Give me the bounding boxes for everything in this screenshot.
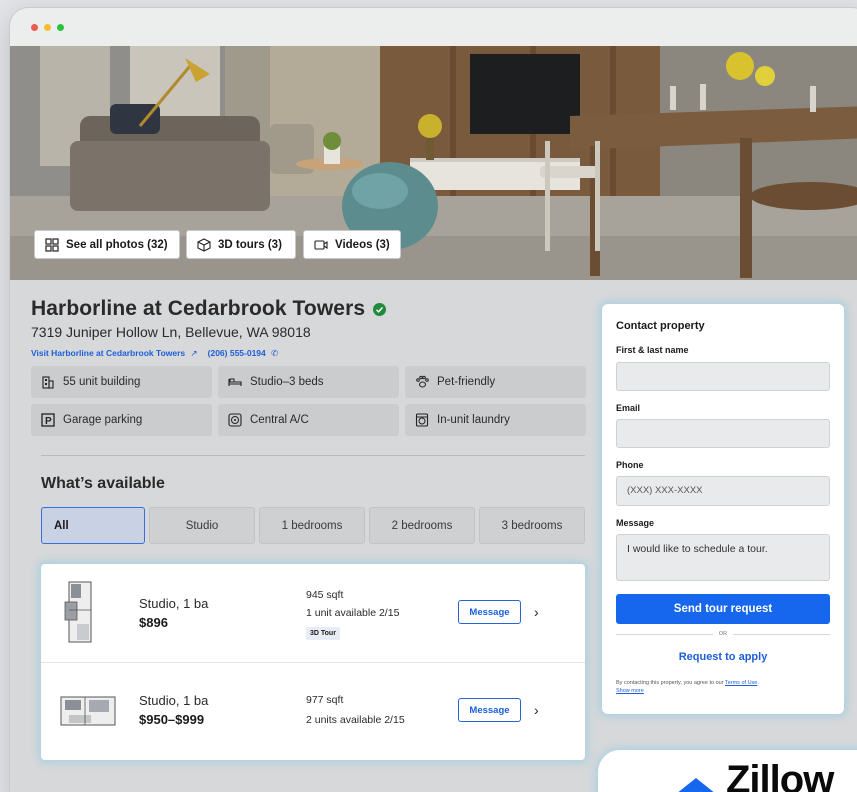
website-link[interactable]: Visit Harborline at Cedarbrook Towers ↗: [31, 348, 198, 359]
phone-placeholder: (XXX) XXX-XXXX: [627, 485, 703, 496]
amenity-pets: Pet-friendly: [405, 366, 586, 398]
amenity-label: Studio–3 beds: [250, 376, 324, 388]
phone-label: Phone: [616, 460, 644, 470]
title-row: Harborline at Cedarbrook Towers: [31, 297, 387, 321]
unit-sqft: 945 sqft: [306, 589, 344, 601]
amenity-label: In-unit laundry: [437, 414, 510, 426]
floorplan-image[interactable]: [55, 691, 121, 731]
message-field[interactable]: I would like to schedule a tour.: [616, 534, 830, 581]
hero-photo[interactable]: See all photos (32) 3D tours (3) Videos …: [10, 46, 857, 280]
contact-property-form: Contact property First & last name Email…: [602, 304, 844, 714]
videos-label: Videos (3): [335, 238, 390, 251]
close-window-button[interactable]: [31, 24, 38, 31]
unit-filter-tabs: All Studio 1 bedrooms 2 bedrooms 3 bedro…: [41, 507, 585, 544]
phone-link[interactable]: (206) 555-0194 ✆: [208, 348, 279, 359]
message-button[interactable]: Message: [458, 698, 521, 722]
see-all-photos-button[interactable]: See all photos (32): [34, 230, 180, 259]
unit-list: Studio, 1 ba $896 945 sqft 1 unit availa…: [41, 564, 585, 760]
maximize-window-button[interactable]: [57, 24, 64, 31]
amenity-parking: P Garage parking: [31, 404, 212, 436]
amenity-label: Central A/C: [250, 414, 309, 426]
floorplan-image[interactable]: [55, 580, 105, 644]
3d-tours-label: 3D tours (3): [218, 238, 282, 251]
amenity-ac: Central A/C: [218, 404, 399, 436]
message-button[interactable]: Message: [458, 600, 521, 624]
terms-of-use-link[interactable]: Terms of Use: [725, 680, 757, 686]
zillow-house-icon: [678, 778, 714, 792]
title-bar: [10, 8, 857, 46]
washer-icon: [415, 413, 429, 427]
browser-window: See all photos (32) 3D tours (3) Videos …: [10, 8, 857, 792]
unit-sqft: 977 sqft: [306, 694, 344, 706]
unit-price: $950–$999: [139, 712, 205, 727]
3d-tours-button[interactable]: 3D tours (3): [186, 230, 296, 259]
video-icon: [314, 239, 328, 250]
filter-studio[interactable]: Studio: [149, 507, 255, 544]
chevron-right-icon[interactable]: ›: [534, 702, 539, 718]
property-title: Harborline at Cedarbrook Towers: [31, 297, 366, 320]
name-label: First & last name: [616, 345, 689, 355]
external-link-icon: ↗: [188, 348, 198, 358]
unit-type: Studio, 1 ba: [139, 596, 209, 611]
videos-button[interactable]: Videos (3): [303, 230, 401, 259]
3d-tour-badge: 3D Tour: [306, 627, 340, 640]
property-address: 7319 Juniper Hollow Ln, Bellevue, WA 980…: [31, 324, 311, 340]
unit-availability: 2 units available 2/15: [306, 714, 405, 726]
brand-logo-card: Zillow: [598, 750, 857, 792]
name-field[interactable]: [616, 362, 830, 391]
filter-all[interactable]: All: [41, 507, 145, 544]
availability-title: What’s available: [41, 475, 165, 492]
unit-row[interactable]: Studio, 1 ba $896 945 sqft 1 unit availa…: [41, 564, 585, 662]
email-label: Email: [616, 403, 641, 413]
paw-icon: [415, 375, 429, 389]
building-icon: [41, 375, 55, 389]
filter-2-bedrooms[interactable]: 2 bedrooms: [369, 507, 475, 544]
unit-type: Studio, 1 ba: [139, 693, 209, 708]
see-all-photos-label: See all photos (32): [66, 238, 168, 251]
show-more-link[interactable]: Show more: [616, 688, 644, 694]
minimize-window-button[interactable]: [44, 24, 51, 31]
zillow-logo: Zillow: [726, 758, 834, 792]
bed-icon: [228, 375, 242, 389]
grid-icon: [45, 237, 59, 252]
legal-disclaimer: By contacting this property, you agree t…: [616, 680, 759, 694]
parking-icon: P: [41, 413, 55, 427]
amenity-label: 55 unit building: [63, 376, 141, 388]
email-field[interactable]: [616, 419, 830, 448]
svg-text:P: P: [45, 416, 52, 427]
property-links: Visit Harborline at Cedarbrook Towers ↗ …: [31, 348, 278, 359]
amenity-units: 55 unit building: [31, 366, 212, 398]
unit-row[interactable]: Studio, 1 ba $950–$999 977 sqft 2 units …: [41, 662, 585, 760]
section-divider: [41, 455, 585, 456]
unit-price: $896: [139, 615, 168, 630]
fan-icon: [228, 413, 242, 427]
filter-3-bedrooms[interactable]: 3 bedrooms: [479, 507, 585, 544]
amenity-label: Garage parking: [63, 414, 143, 426]
amenity-label: Pet-friendly: [437, 376, 496, 388]
request-to-apply-link[interactable]: Request to apply: [616, 651, 830, 663]
or-separator: OR: [616, 631, 830, 637]
contact-form-title: Contact property: [616, 320, 705, 332]
cube-icon: [197, 237, 211, 252]
send-tour-request-button[interactable]: Send tour request: [616, 594, 830, 624]
chevron-right-icon[interactable]: ›: [534, 604, 539, 620]
phone-field[interactable]: (XXX) XXX-XXXX: [616, 476, 830, 506]
amenity-laundry: In-unit laundry: [405, 404, 586, 436]
unit-availability: 1 unit available 2/15: [306, 607, 400, 619]
filter-1-bedroom[interactable]: 1 bedrooms: [259, 507, 365, 544]
amenities-grid: 55 unit building Studio–3 beds Pet-frien…: [31, 366, 586, 436]
message-label: Message: [616, 518, 655, 528]
phone-icon: ✆: [268, 348, 279, 358]
check-badge-icon: [373, 302, 387, 316]
amenity-beds: Studio–3 beds: [218, 366, 399, 398]
message-text: I would like to schedule a tour.: [627, 543, 768, 555]
